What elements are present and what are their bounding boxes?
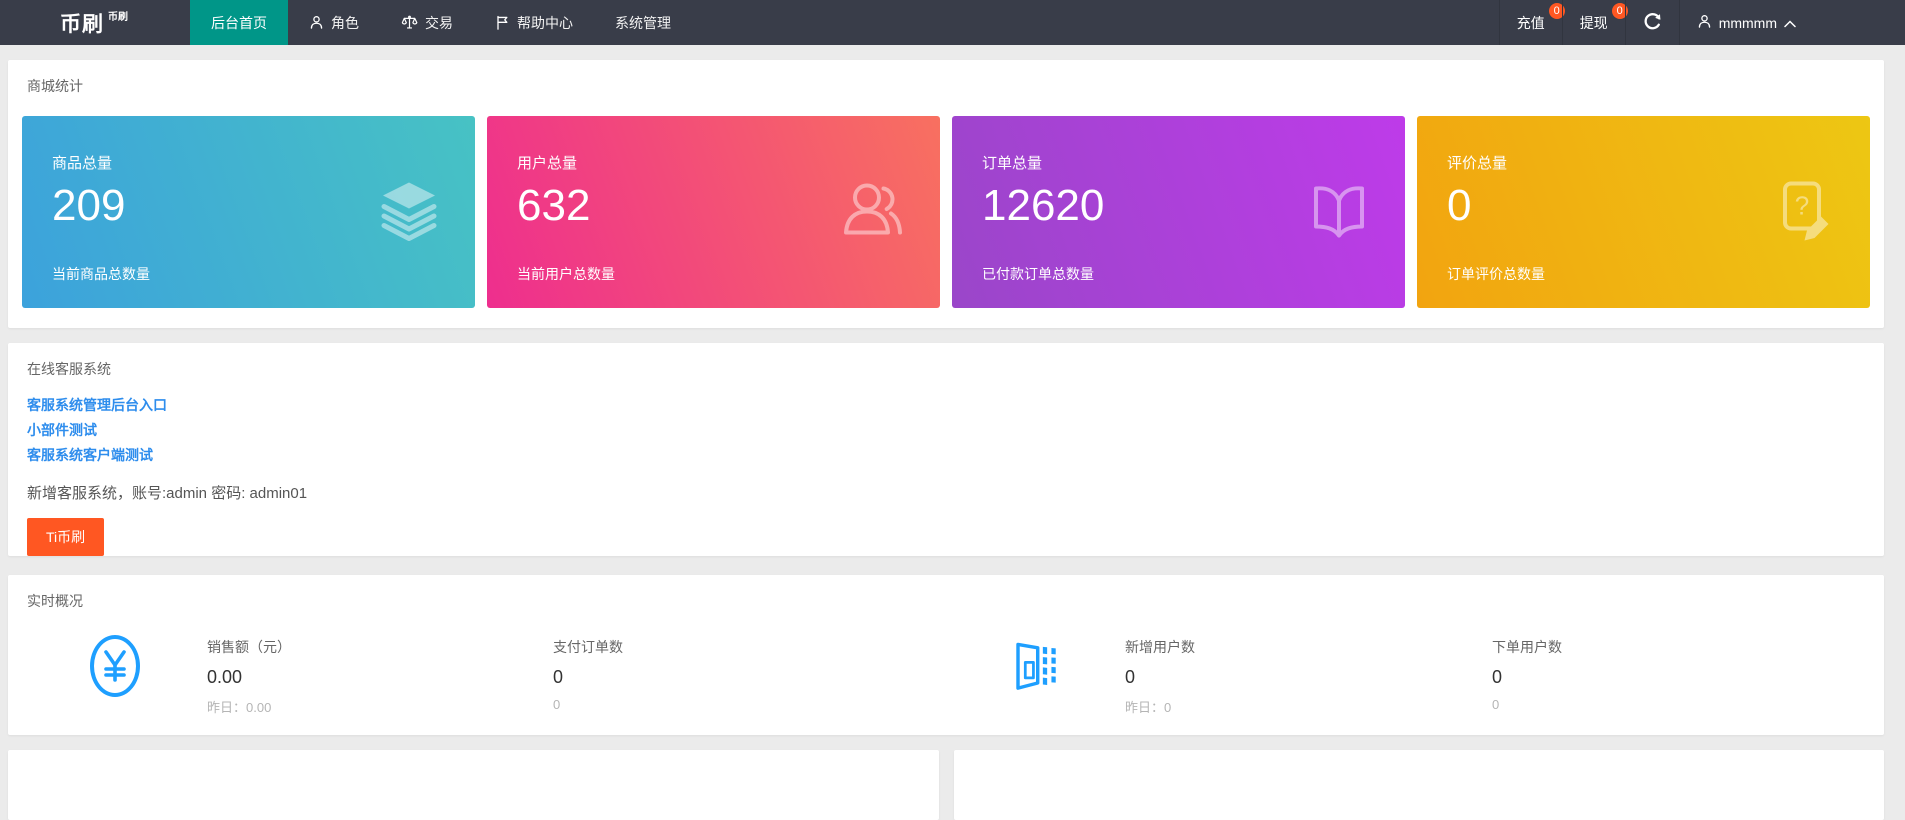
widget-test-link[interactable]: 小部件测试 bbox=[27, 418, 97, 443]
realtime-stats-row: 销售额（元） 0.00 昨日：0.00 支付订单数 0 0 bbox=[8, 635, 1884, 735]
stat-label: 销售额（元） bbox=[207, 637, 291, 657]
logo-text: 币刷 bbox=[60, 8, 104, 38]
mall-stats-panel: 商城统计 商品总量 209 当前商品总数量 用户总量 632 当 bbox=[8, 60, 1884, 328]
layers-icon bbox=[377, 178, 441, 247]
stat-label: 支付订单数 bbox=[553, 637, 623, 657]
stat-sub: 0 bbox=[1492, 697, 1562, 712]
flag-icon bbox=[495, 15, 510, 30]
service-note: 新增客服系统，账号:admin 密码: admin01 bbox=[27, 482, 1884, 503]
stat-card-label: 用户总量 bbox=[517, 152, 910, 173]
nav-item-label: 后台首页 bbox=[211, 13, 267, 33]
stat-card-desc: 已付款订单总数量 bbox=[982, 264, 1375, 284]
nav-item-help-center[interactable]: 帮助中心 bbox=[474, 0, 594, 45]
stat-card-label: 评价总量 bbox=[1447, 152, 1840, 173]
navbar-right: 充值 0 提现 0 mmmmm bbox=[1499, 0, 1905, 45]
stat-card-users: 用户总量 632 当前用户总数量 bbox=[487, 116, 940, 308]
nav-item-system[interactable]: 系统管理 bbox=[594, 0, 692, 45]
user-menu[interactable]: mmmmm bbox=[1679, 0, 1813, 45]
stat-value: 0 bbox=[553, 667, 623, 688]
recharge-label: 充值 bbox=[1517, 13, 1545, 33]
stat-ordering-users: 下单用户数 0 0 bbox=[1492, 637, 1562, 712]
stat-value: 0 bbox=[1125, 667, 1195, 688]
logo[interactable]: 币刷 币刷 bbox=[0, 0, 190, 45]
review-icon: ? bbox=[1772, 178, 1836, 247]
stat-card-desc: 当前用户总数量 bbox=[517, 264, 910, 284]
bottom-left-panel bbox=[8, 750, 939, 820]
mall-stats-title: 商城统计 bbox=[27, 76, 1884, 96]
stat-card-reviews: 评价总量 0 订单评价总数量 ? bbox=[1417, 116, 1870, 308]
stat-new-users: 新增用户数 0 昨日：0 bbox=[1125, 637, 1195, 716]
users-icon bbox=[840, 178, 906, 247]
user-icon bbox=[309, 15, 324, 30]
user-icon bbox=[1697, 14, 1712, 32]
stat-value: 0 bbox=[1492, 667, 1562, 688]
building-icon bbox=[1012, 637, 1060, 698]
service-links: 客服系统管理后台入口 小部件测试 客服系统客户端测试 bbox=[27, 393, 1884, 468]
nav-item-home[interactable]: 后台首页 bbox=[190, 0, 288, 45]
stat-label: 新增用户数 bbox=[1125, 637, 1195, 657]
stat-card-label: 订单总量 bbox=[982, 152, 1375, 173]
stat-card-products: 商品总量 209 当前商品总数量 bbox=[22, 116, 475, 308]
stat-sales: 销售额（元） 0.00 昨日：0.00 bbox=[207, 637, 291, 716]
nav-item-label: 系统管理 bbox=[615, 13, 671, 33]
stat-sub: 昨日：0.00 bbox=[207, 697, 291, 716]
service-admin-link[interactable]: 客服系统管理后台入口 bbox=[27, 393, 167, 418]
stat-card-desc: 订单评价总数量 bbox=[1447, 264, 1840, 284]
ti-bishua-button[interactable]: Ti币刷 bbox=[27, 518, 104, 556]
nav-item-label: 帮助中心 bbox=[517, 13, 573, 33]
service-panel: 在线客服系统 客服系统管理后台入口 小部件测试 客服系统客户端测试 新增客服系统… bbox=[8, 343, 1884, 556]
refresh-icon bbox=[1643, 12, 1662, 34]
bottom-panels-row bbox=[8, 750, 1884, 820]
stat-cards-row: 商品总量 209 当前商品总数量 用户总量 632 当前用户总数量 bbox=[22, 116, 1870, 328]
scales-icon bbox=[401, 15, 418, 30]
chevron-up-icon bbox=[1784, 15, 1796, 31]
stat-card-desc: 当前商品总数量 bbox=[52, 264, 445, 284]
stat-paid-orders: 支付订单数 0 0 bbox=[553, 637, 623, 712]
book-icon bbox=[1307, 178, 1371, 247]
username: mmmmm bbox=[1719, 15, 1777, 31]
nav-item-label: 角色 bbox=[331, 13, 359, 33]
main-menu: 后台首页 角色 交易 bbox=[190, 0, 692, 45]
stat-sub: 0 bbox=[553, 697, 623, 712]
service-title: 在线客服系统 bbox=[27, 359, 1884, 379]
nav-item-trade[interactable]: 交易 bbox=[380, 0, 474, 45]
stat-value: 0.00 bbox=[207, 667, 291, 688]
nav-item-label: 交易 bbox=[425, 13, 453, 33]
logo-subtext: 币刷 bbox=[108, 8, 128, 23]
stat-label: 下单用户数 bbox=[1492, 637, 1562, 657]
recharge-button[interactable]: 充值 0 bbox=[1499, 0, 1562, 45]
stat-sub: 昨日：0 bbox=[1125, 697, 1195, 716]
stat-card-label: 商品总量 bbox=[52, 152, 445, 173]
withdraw-label: 提现 bbox=[1580, 13, 1608, 33]
refresh-button[interactable] bbox=[1625, 0, 1679, 45]
nav-item-roles[interactable]: 角色 bbox=[288, 0, 380, 45]
yuan-icon bbox=[90, 635, 140, 697]
client-test-link[interactable]: 客服系统客户端测试 bbox=[27, 443, 153, 468]
realtime-panel: 实时概况 销售额（元） 0.00 昨日：0.00 支付订单数 0 0 bbox=[8, 575, 1884, 735]
top-navbar: 币刷 币刷 后台首页 角色 交易 bbox=[0, 0, 1905, 45]
withdraw-button[interactable]: 提现 0 bbox=[1562, 0, 1625, 45]
svg-text:?: ? bbox=[1795, 191, 1809, 221]
realtime-title: 实时概况 bbox=[27, 591, 1884, 611]
bottom-right-panel bbox=[954, 750, 1885, 820]
stat-card-orders: 订单总量 12620 已付款订单总数量 bbox=[952, 116, 1405, 308]
main-content: 商城统计 商品总量 209 当前商品总数量 用户总量 632 当 bbox=[0, 45, 1905, 820]
